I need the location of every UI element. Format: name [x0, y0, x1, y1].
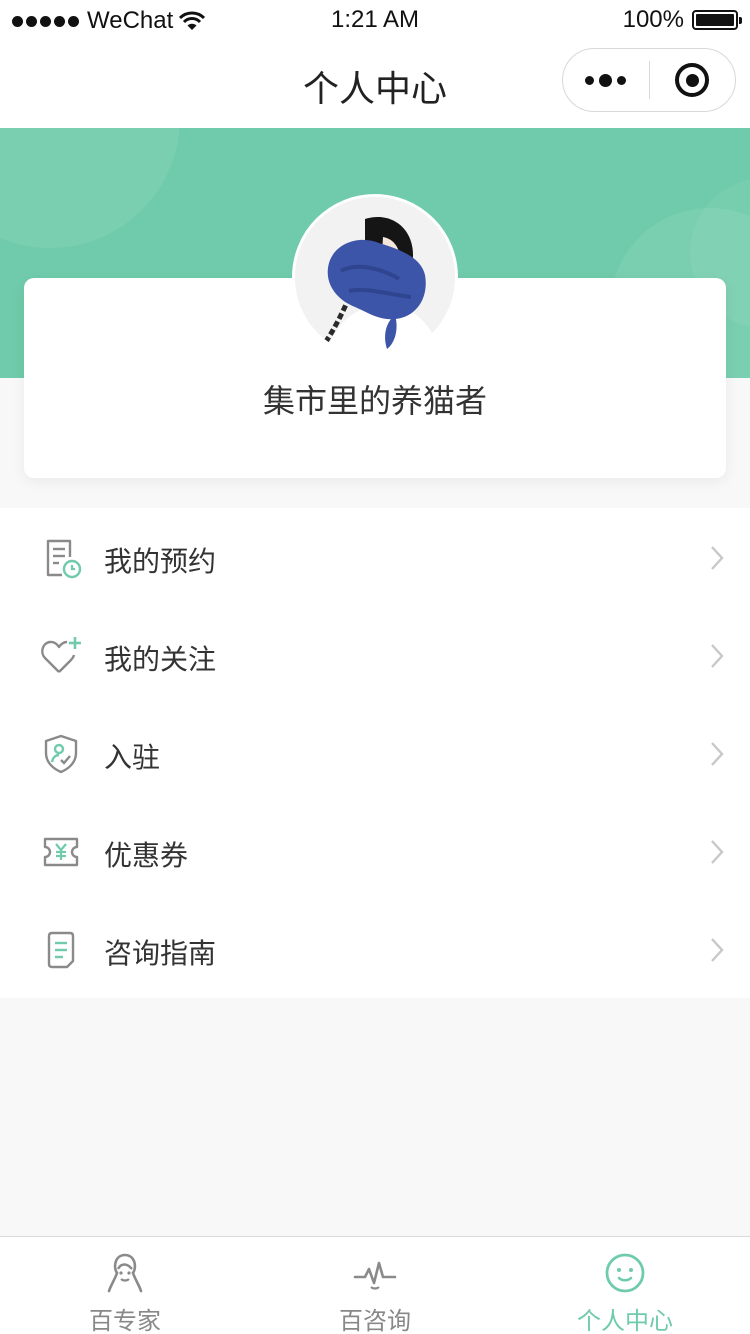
chevron-right-icon [711, 840, 724, 864]
avatar[interactable] [292, 194, 458, 360]
menu-item-following[interactable]: 我的关注 [0, 606, 750, 704]
expert-icon [107, 1253, 143, 1293]
pulse-icon [353, 1261, 397, 1290]
tab-label: 个人中心 [577, 1307, 673, 1334]
menu-item-label: 入驻 [104, 741, 161, 774]
heart-plus-icon [41, 637, 81, 673]
target-icon [675, 63, 710, 97]
tab-label: 百专家 [89, 1307, 161, 1334]
shield-user-icon [44, 734, 78, 774]
username: 集市里的养猫者 [262, 382, 487, 420]
tab-bar: 百专家 百咨询 个人中心 [0, 1236, 750, 1334]
more-dots-icon [585, 75, 595, 85]
nav-bar: 个人中心 [0, 40, 750, 128]
menu-item-label: 我的关注 [104, 643, 217, 676]
tab-experts[interactable]: 百专家 [0, 1237, 250, 1334]
menu-item-label: 优惠券 [104, 839, 189, 872]
menu-item-label: 我的预约 [104, 545, 217, 578]
menu-list: 我的预约 我的关注 入驻 优惠券 咨询指南 [0, 508, 750, 998]
status-right: 100% [622, 6, 742, 34]
more-menu-button[interactable] [563, 49, 649, 111]
guide-document-icon [47, 931, 75, 969]
menu-item-settle-in[interactable]: 入驻 [0, 704, 750, 802]
tab-consult[interactable]: 百咨询 [250, 1237, 500, 1334]
battery-percent: 100% [622, 6, 684, 33]
tab-profile[interactable]: 个人中心 [500, 1237, 750, 1334]
chevron-right-icon [711, 546, 724, 570]
coupon-icon [43, 837, 79, 867]
menu-item-guide[interactable]: 咨询指南 [0, 900, 750, 998]
smiley-icon [605, 1253, 645, 1293]
close-miniprogram-button[interactable] [650, 49, 736, 111]
mini-program-capsule [562, 48, 736, 112]
chevron-right-icon [711, 742, 724, 766]
tab-label: 百咨询 [339, 1307, 411, 1334]
avatar-image [295, 197, 455, 357]
chevron-right-icon [711, 938, 724, 962]
menu-item-coupons[interactable]: 优惠券 [0, 802, 750, 900]
battery-icon [692, 10, 742, 30]
chevron-right-icon [711, 644, 724, 668]
menu-item-appointments[interactable]: 我的预约 [0, 508, 750, 606]
appointment-icon [46, 539, 82, 579]
status-bar: WeChat 1:21 AM 100% [0, 0, 750, 40]
menu-item-label: 咨询指南 [104, 937, 217, 970]
